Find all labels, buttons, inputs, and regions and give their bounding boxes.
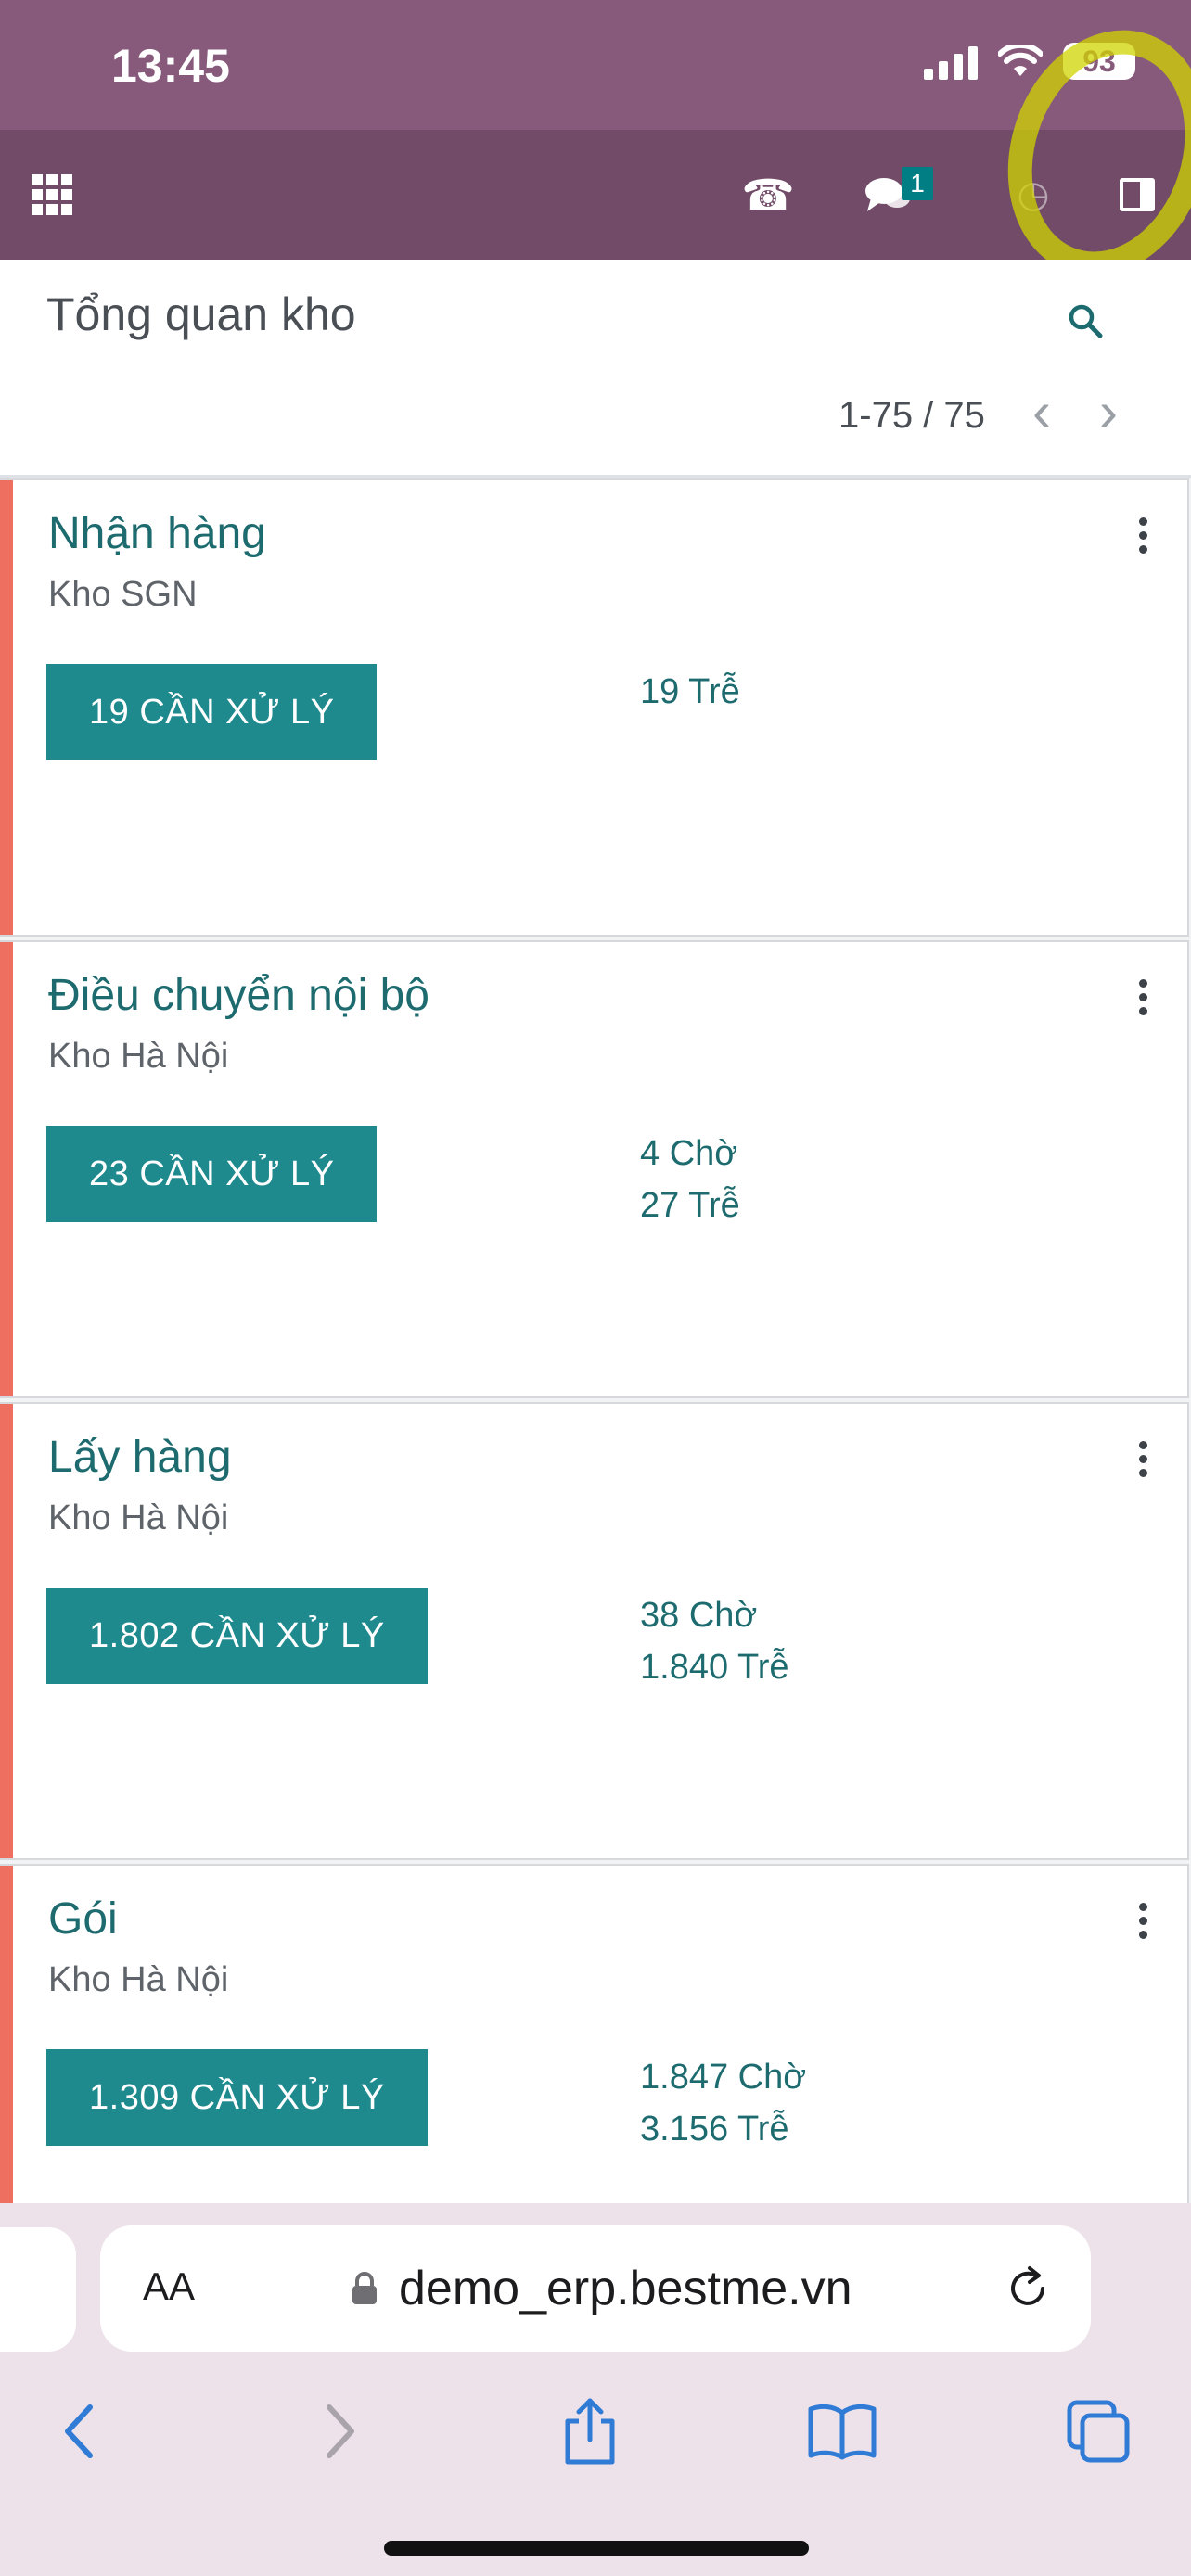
late-link[interactable]: 19 Trễ: [640, 666, 740, 718]
status-time: 13:45: [111, 40, 230, 92]
apps-menu-icon[interactable]: [30, 130, 74, 260]
card-warehouse: Kho Hà Nội: [48, 1960, 229, 1999]
wifi-icon: [998, 45, 1043, 76]
card-color-stripe: [0, 1404, 13, 1858]
chat-badge: 1: [902, 167, 933, 200]
activity-clock-icon[interactable]: ◷: [1011, 130, 1056, 260]
operation-card[interactable]: Lấy hàng Kho Hà Nội 1.802 CẦN XỬ LÝ 38 C…: [0, 1402, 1189, 1860]
kanban-view: Nhận hàng Kho SGN 19 CẦN XỬ LÝ 19 Trễ Đi…: [0, 478, 1191, 2203]
reader-settings-button[interactable]: AA: [143, 2264, 195, 2309]
to-process-button[interactable]: 1.309 CẦN XỬ LÝ: [46, 2049, 428, 2146]
back-icon[interactable]: [43, 2394, 117, 2468]
operation-card[interactable]: Gói Kho Hà Nội 1.309 CẦN XỬ LÝ 1.847 Chờ…: [0, 1864, 1189, 2203]
home-indicator: [384, 2541, 809, 2556]
late-link[interactable]: 3.156 Trễ: [640, 2103, 806, 2155]
status-bar: 13:45 93: [0, 0, 1191, 130]
control-panel: Tổng quan kho 1-75 / 75 ‹ ›: [0, 260, 1191, 478]
card-title[interactable]: Điều chuyển nội bộ: [48, 970, 429, 1021]
waiting-link[interactable]: 4 Chờ: [640, 1128, 740, 1180]
tabs-icon[interactable]: [1061, 2394, 1135, 2468]
card-color-stripe: [0, 1866, 13, 2203]
card-warehouse: Kho Hà Nội: [48, 1498, 229, 1537]
late-link[interactable]: 1.840 Trễ: [640, 1641, 789, 1693]
card-stats: 4 Chờ 27 Trễ: [640, 1128, 740, 1231]
search-icon[interactable]: [1067, 302, 1104, 339]
pager-previous-icon[interactable]: ‹: [1018, 384, 1065, 440]
card-stats: 1.847 Chờ 3.156 Trễ: [640, 2051, 806, 2155]
browser-bottom-bar: AA demo_erp.bestme.vn: [0, 2203, 1191, 2576]
chat-icon[interactable]: 1: [855, 130, 933, 260]
aa-label: AA: [143, 2264, 196, 2308]
card-menu-icon[interactable]: [1137, 979, 1148, 1015]
card-color-stripe: [0, 480, 13, 935]
forward-icon: [302, 2394, 377, 2468]
waiting-link[interactable]: 1.847 Chờ: [640, 2051, 806, 2103]
to-process-button[interactable]: 1.802 CẦN XỬ LÝ: [46, 1588, 428, 1684]
card-menu-icon[interactable]: [1137, 1903, 1148, 1939]
late-link[interactable]: 27 Trễ: [640, 1180, 740, 1231]
pager-next-icon[interactable]: ›: [1085, 384, 1132, 440]
card-warehouse: Kho Hà Nội: [48, 1037, 229, 1076]
card-warehouse: Kho SGN: [48, 575, 198, 614]
card-title[interactable]: Gói: [48, 1894, 118, 1945]
page-title: Tổng quan kho: [46, 288, 356, 340]
card-color-stripe: [0, 942, 13, 1396]
waiting-link[interactable]: 38 Chờ: [640, 1589, 789, 1641]
previous-tab-preview[interactable]: [0, 2227, 76, 2352]
card-title[interactable]: Nhận hàng: [48, 508, 266, 559]
card-stats: 19 Trễ: [640, 666, 740, 718]
lock-icon: [352, 2272, 377, 2304]
status-icons: 93: [924, 43, 1135, 80]
url-text[interactable]: demo_erp.bestme.vn: [399, 2261, 852, 2316]
cellular-signal-icon: [924, 43, 978, 80]
pager-value[interactable]: 1-75 / 75: [839, 395, 985, 437]
phone-icon[interactable]: ☎: [741, 130, 794, 260]
card-menu-icon[interactable]: [1137, 517, 1148, 554]
operation-card[interactable]: Điều chuyển nội bộ Kho Hà Nội 23 CẦN XỬ …: [0, 940, 1189, 1398]
app-navbar: ☎ 1 ◷: [0, 130, 1191, 260]
address-bar[interactable]: AA demo_erp.bestme.vn: [100, 2225, 1091, 2352]
to-process-button[interactable]: 23 CẦN XỬ LÝ: [46, 1126, 378, 1222]
operation-card[interactable]: Nhận hàng Kho SGN 19 CẦN XỬ LÝ 19 Trễ: [0, 478, 1189, 937]
card-stats: 38 Chờ 1.840 Trễ: [640, 1589, 789, 1693]
reload-icon[interactable]: [1002, 2263, 1054, 2315]
split-view-icon[interactable]: [1117, 130, 1158, 260]
share-icon[interactable]: [553, 2394, 627, 2468]
bookmarks-icon[interactable]: [805, 2394, 879, 2468]
card-menu-icon[interactable]: [1137, 1441, 1148, 1477]
card-title[interactable]: Lấy hàng: [48, 1432, 232, 1483]
battery-icon: 93: [1063, 43, 1135, 80]
to-process-button[interactable]: 19 CẦN XỬ LÝ: [46, 664, 378, 760]
